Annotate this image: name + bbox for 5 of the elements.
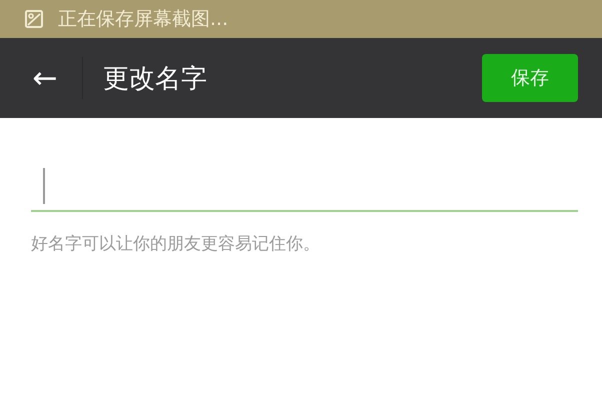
page-title: 更改名字 — [103, 62, 208, 96]
back-button[interactable]: ← — [28, 60, 62, 96]
image-icon — [24, 9, 44, 29]
hint-text: 好名字可以让你的朋友更容易记住你。 — [31, 233, 321, 255]
notification-text: 正在保存屏幕截图... — [58, 7, 228, 32]
